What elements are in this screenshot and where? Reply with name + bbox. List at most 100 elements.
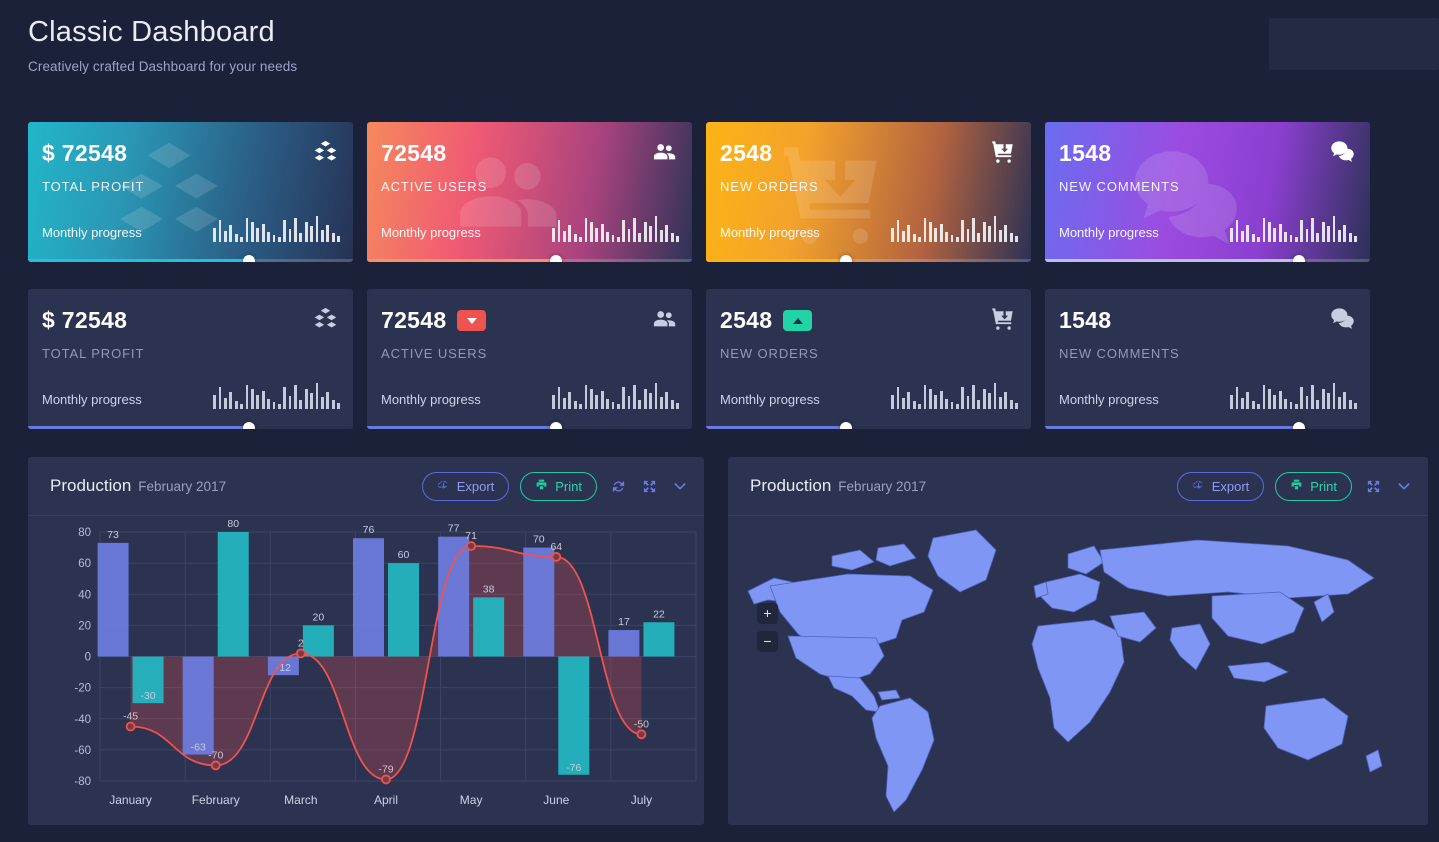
progress-knob[interactable] [1292, 421, 1305, 429]
progress-bar[interactable] [367, 254, 692, 262]
stat-card[interactable]: 2548 NEW ORDERS Monthly progress [706, 289, 1031, 429]
expand-icon[interactable] [1363, 476, 1383, 496]
progress-knob[interactable] [243, 254, 255, 262]
svg-text:April: April [374, 793, 398, 807]
progress-bar[interactable] [706, 254, 1031, 262]
progress-bar[interactable] [28, 254, 353, 262]
progress-bar[interactable] [706, 421, 1031, 429]
stat-card[interactable]: $ 72548 TOTAL PROFIT Monthly progress [28, 289, 353, 429]
svg-text:60: 60 [78, 558, 91, 570]
stat-label: NEW ORDERS [720, 346, 819, 361]
cloud-download-icon [437, 478, 450, 494]
svg-text:70: 70 [533, 534, 545, 546]
map-zoom-out-button[interactable]: − [757, 631, 778, 652]
progress-knob[interactable] [549, 254, 562, 262]
print-button[interactable]: Print [520, 471, 597, 501]
svg-text:-30: -30 [140, 690, 155, 702]
svg-text:0: 0 [85, 652, 91, 664]
svg-text:July: July [631, 793, 652, 807]
map-print-button[interactable]: Print [1275, 471, 1352, 501]
cart-download-icon [990, 138, 1017, 170]
comments-icon [1329, 138, 1356, 170]
stat-value: 72548 [381, 140, 447, 166]
svg-text:-20: -20 [74, 683, 91, 695]
svg-text:-60: -60 [74, 745, 91, 757]
production-chart-panel: Production February 2017 Export Print 80… [28, 457, 704, 825]
chart-panel-body: 80 60 40 20 0 -20 -40 -60 -80 73 -30 -63 80 -12 20 76 60… [28, 516, 704, 825]
svg-text:38: 38 [483, 583, 495, 595]
svg-text:-80: -80 [74, 776, 91, 788]
map-zoom-in-button[interactable]: + [757, 603, 778, 624]
stat-label: NEW COMMENTS [1059, 346, 1180, 361]
progress-knob[interactable] [243, 421, 255, 429]
production-chart[interactable]: 806040200-20-40-60-8073-30-6380-12207660… [28, 516, 704, 825]
chart-title-text: Production [50, 476, 132, 495]
stat-card[interactable]: 1548 NEW COMMENTS Monthly progress [1045, 289, 1370, 429]
production-map-panel: Production February 2017 Export Print + … [728, 457, 1428, 825]
svg-text:May: May [460, 793, 483, 807]
cloud-download-icon [1192, 478, 1205, 494]
stat-label: NEW ORDERS [720, 179, 819, 194]
stat-card[interactable]: 72548 ACTIVE USERS Monthly progress [367, 289, 692, 429]
map-zoom-controls: + − [757, 603, 778, 652]
map-export-button[interactable]: Export [1176, 471, 1265, 501]
world-map[interactable]: + − [728, 516, 1428, 825]
svg-text:22: 22 [653, 608, 665, 620]
sparkline-chart [891, 379, 1018, 409]
stat-cards-gradient-row: $ 72548 TOTAL PROFIT Monthly progress 72548… [28, 122, 1370, 262]
map-print-button-label: Print [1310, 478, 1337, 494]
stat-label: NEW COMMENTS [1059, 179, 1180, 194]
svg-text:80: 80 [78, 527, 91, 539]
stat-label: TOTAL PROFIT [42, 346, 145, 361]
stat-card[interactable]: $ 72548 TOTAL PROFIT Monthly progress [28, 122, 353, 262]
svg-text:17: 17 [618, 616, 630, 628]
map-panel-header: Production February 2017 Export Print [728, 457, 1428, 516]
progress-bar[interactable] [1045, 254, 1370, 262]
progress-knob[interactable] [839, 254, 852, 262]
stat-cards-dark-row: $ 72548 TOTAL PROFIT Monthly progress 72548… [28, 289, 1370, 429]
comments-icon [1329, 305, 1356, 337]
chevron-down-icon[interactable] [670, 476, 690, 496]
stat-value: 1548 [1059, 140, 1112, 166]
svg-text:-40: -40 [74, 714, 91, 726]
cubes-icon [312, 138, 339, 170]
progress-knob[interactable] [839, 421, 852, 429]
map-export-button-label: Export [1211, 478, 1250, 494]
svg-text:-79: -79 [378, 763, 393, 775]
svg-text:-45: -45 [123, 711, 138, 723]
svg-text:40: 40 [78, 589, 91, 601]
svg-text:77: 77 [448, 523, 460, 535]
chart-panel-title: Production February 2017 [50, 476, 226, 496]
page-header: Classic Dashboard Creatively crafted Das… [28, 16, 297, 74]
svg-text:64: 64 [550, 541, 562, 553]
svg-text:80: 80 [227, 518, 239, 530]
page-subtitle: Creatively crafted Dashboard for your ne… [28, 59, 298, 74]
progress-bar[interactable] [367, 421, 692, 429]
svg-text:20: 20 [313, 611, 325, 623]
sparkline-chart [213, 379, 340, 409]
stat-card[interactable]: 72548 ACTIVE USERS Monthly progress [367, 122, 692, 262]
export-button[interactable]: Export [421, 471, 510, 501]
export-button-label: Export [456, 478, 495, 494]
page-title: Classic Dashboard [28, 16, 275, 48]
svg-text:February: February [192, 793, 240, 807]
chart-panel-header: Production February 2017 Export Print [28, 457, 704, 516]
svg-text:-76: -76 [566, 762, 581, 774]
svg-text:60: 60 [398, 549, 410, 561]
sparkline-chart [1230, 379, 1357, 409]
status-badge-down [457, 310, 487, 331]
chart-panel-actions: Export Print [421, 471, 690, 501]
progress-knob[interactable] [1292, 254, 1305, 262]
refresh-icon[interactable] [608, 476, 628, 496]
stat-card[interactable]: 1548 NEW COMMENTS Monthly progress [1045, 122, 1370, 262]
progress-knob[interactable] [549, 421, 562, 429]
stat-label: ACTIVE USERS [381, 179, 488, 194]
sparkline-chart [552, 212, 679, 242]
svg-text:71: 71 [465, 530, 477, 542]
expand-icon[interactable] [639, 476, 659, 496]
chevron-down-icon[interactable] [1394, 476, 1414, 496]
progress-bar[interactable] [28, 421, 353, 429]
progress-bar[interactable] [1045, 421, 1370, 429]
svg-text:76: 76 [363, 524, 375, 536]
stat-card[interactable]: 2548 NEW ORDERS Monthly progress [706, 122, 1031, 262]
